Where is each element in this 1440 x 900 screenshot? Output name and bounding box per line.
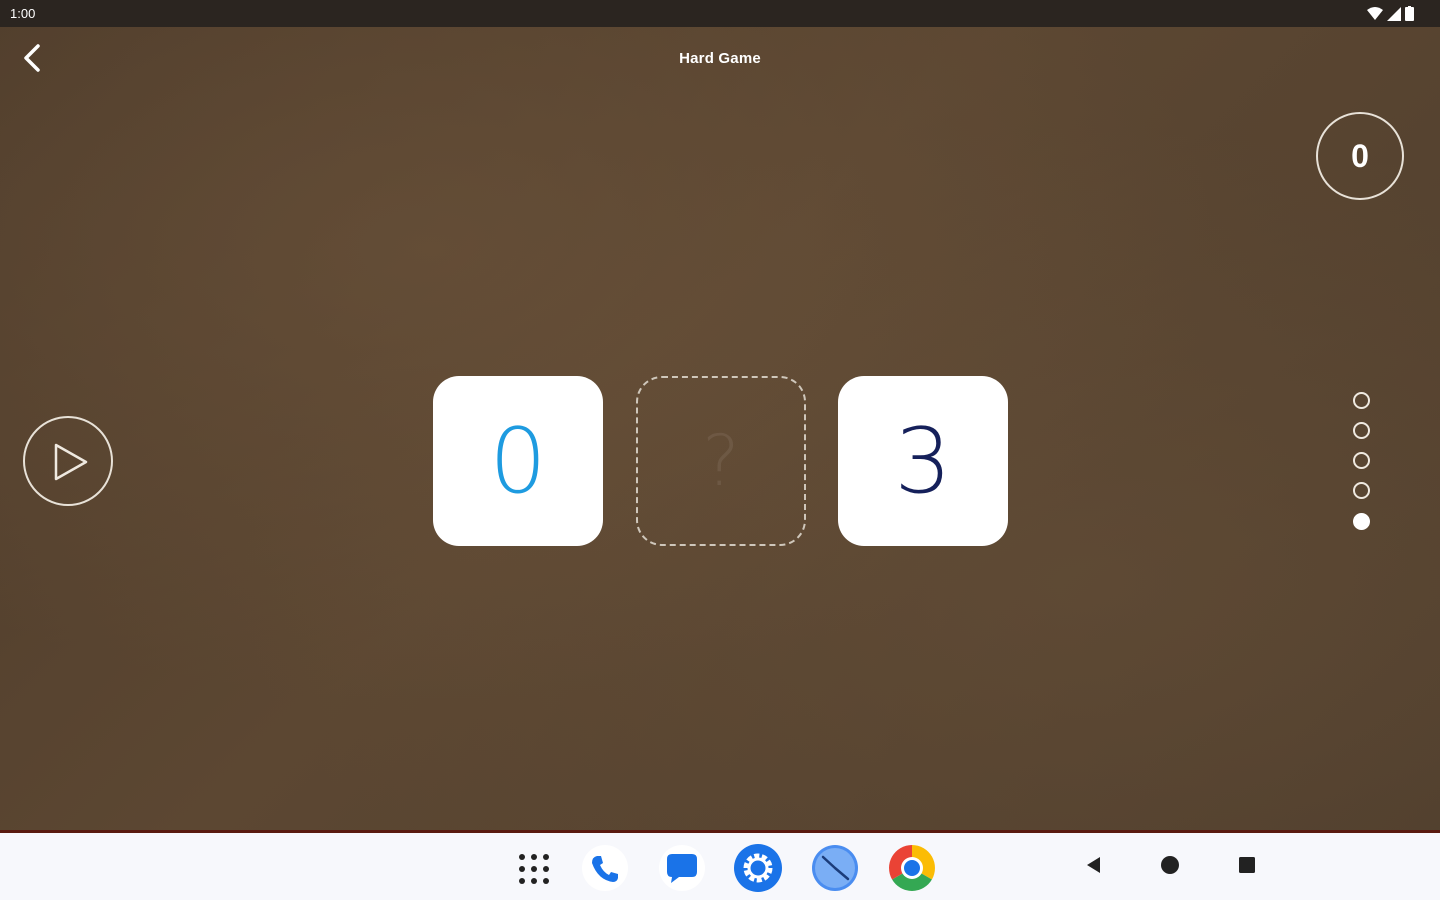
nav-recents-button[interactable] <box>1237 855 1257 880</box>
phone-icon <box>582 845 628 891</box>
recents-icon <box>1239 857 1255 873</box>
number-tile: 3 <box>838 376 1008 546</box>
nav-back-button[interactable] <box>1084 855 1104 880</box>
taskbar <box>0 830 1440 900</box>
signal-icon <box>1387 6 1401 21</box>
chrome-app[interactable] <box>887 843 937 893</box>
page-title: Hard Game <box>679 50 761 67</box>
play-icon <box>54 443 88 481</box>
progress-dot[interactable] <box>1353 452 1370 469</box>
nav-home-button[interactable] <box>1160 855 1180 880</box>
clock-icon <box>812 845 858 891</box>
answer-slot[interactable]: ? <box>636 376 806 546</box>
settings-icon <box>734 844 782 892</box>
chrome-icon <box>889 845 935 891</box>
status-time: 1:00 <box>10 6 36 21</box>
messages-icon <box>659 845 705 891</box>
score-counter: 0 <box>1316 112 1404 200</box>
settings-app[interactable] <box>733 843 783 893</box>
status-bar: 1:00 <box>0 0 1440 27</box>
clock-app[interactable] <box>810 843 860 893</box>
back-icon <box>1087 857 1100 873</box>
game-screen: 1:00 Hard Game 0 0 ? 3 <box>0 0 1440 830</box>
phone-app[interactable] <box>580 843 630 893</box>
wifi-icon <box>1367 6 1383 20</box>
home-icon <box>1161 856 1179 874</box>
progress-dot[interactable] <box>1353 422 1370 439</box>
status-icons <box>1367 6 1414 21</box>
progress-dot[interactable] <box>1353 392 1370 409</box>
battery-icon <box>1405 6 1414 21</box>
apps-grid-button[interactable] <box>509 843 559 893</box>
progress-dot[interactable] <box>1353 482 1370 499</box>
progress-dot-active[interactable] <box>1353 513 1370 530</box>
apps-grid-icon <box>519 854 549 884</box>
messages-app[interactable] <box>657 843 707 893</box>
play-button[interactable] <box>23 416 113 506</box>
number-tile: 0 <box>433 376 603 546</box>
